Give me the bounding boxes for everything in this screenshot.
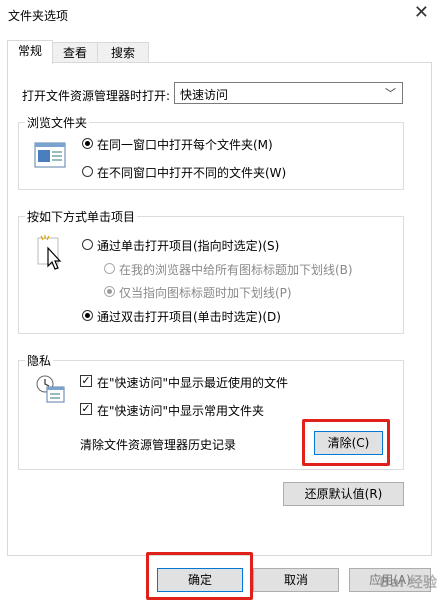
- radio-new-window[interactable]: [82, 166, 93, 177]
- underline-hover-option[interactable]: 仅当指向图标标题时加下划线(P): [119, 284, 292, 301]
- single-click-option[interactable]: 通过单击打开项目(指向时选定)(S): [97, 237, 279, 254]
- tab-strip: 常规 查看 搜索: [0, 40, 439, 64]
- ok-button[interactable]: 确定: [157, 568, 243, 592]
- tab-search[interactable]: 搜索: [97, 42, 149, 63]
- browse-folders-title: 浏览文件夹: [25, 114, 90, 131]
- cancel-button[interactable]: 取消: [253, 568, 339, 592]
- tab-view[interactable]: 查看: [51, 42, 99, 63]
- open-explorer-dropdown[interactable]: 快速访问 ﹀: [174, 82, 403, 104]
- click-items-title: 按如下方式单击项目: [25, 208, 138, 225]
- radio-double-click[interactable]: [82, 310, 93, 321]
- watermark: Bai 经验: [379, 575, 437, 591]
- underline-all-option[interactable]: 在我的浏览器中给所有图标标题加下划线(B): [119, 261, 353, 278]
- radio-underline-all[interactable]: [104, 263, 115, 274]
- open-explorer-value: 快速访问: [180, 88, 229, 102]
- browse-option-same-window[interactable]: 在同一窗口中打开每个文件夹(M): [97, 136, 273, 153]
- browse-option-new-window[interactable]: 在不同窗口中打开不同的文件夹(W): [97, 164, 286, 181]
- recent-files-label[interactable]: 在"快速访问"中显示最近使用的文件: [97, 374, 288, 391]
- privacy-clock-icon: [36, 375, 65, 403]
- tab-general[interactable]: 常规: [7, 40, 53, 64]
- pointer-click-icon: [37, 235, 62, 270]
- open-explorer-label: 打开文件资源管理器时打开:: [22, 89, 171, 103]
- chevron-down-icon: ﹀: [385, 87, 396, 100]
- frequent-folders-checkbox[interactable]: ✓: [80, 403, 92, 415]
- window-title: 文件夹选项: [8, 9, 69, 23]
- folder-window-icon: [34, 142, 66, 168]
- clear-history-label: 清除文件资源管理器历史记录: [80, 438, 237, 452]
- radio-same-window[interactable]: [82, 138, 93, 149]
- radio-underline-hover[interactable]: [104, 286, 115, 297]
- frequent-folders-label[interactable]: 在"快速访问"中显示常用文件夹: [97, 402, 264, 419]
- close-icon[interactable]: ✕: [414, 2, 429, 24]
- privacy-title: 隐私: [25, 352, 54, 369]
- clear-history-button[interactable]: 清除(C): [314, 431, 383, 455]
- restore-defaults-button[interactable]: 还原默认值(R): [283, 482, 404, 506]
- double-click-option[interactable]: 通过双击打开项目(单击时选定)(D): [97, 308, 281, 325]
- recent-files-checkbox[interactable]: ✓: [80, 375, 92, 387]
- radio-single-click[interactable]: [82, 239, 93, 250]
- title-bar: 文件夹选项 ✕: [0, 0, 439, 30]
